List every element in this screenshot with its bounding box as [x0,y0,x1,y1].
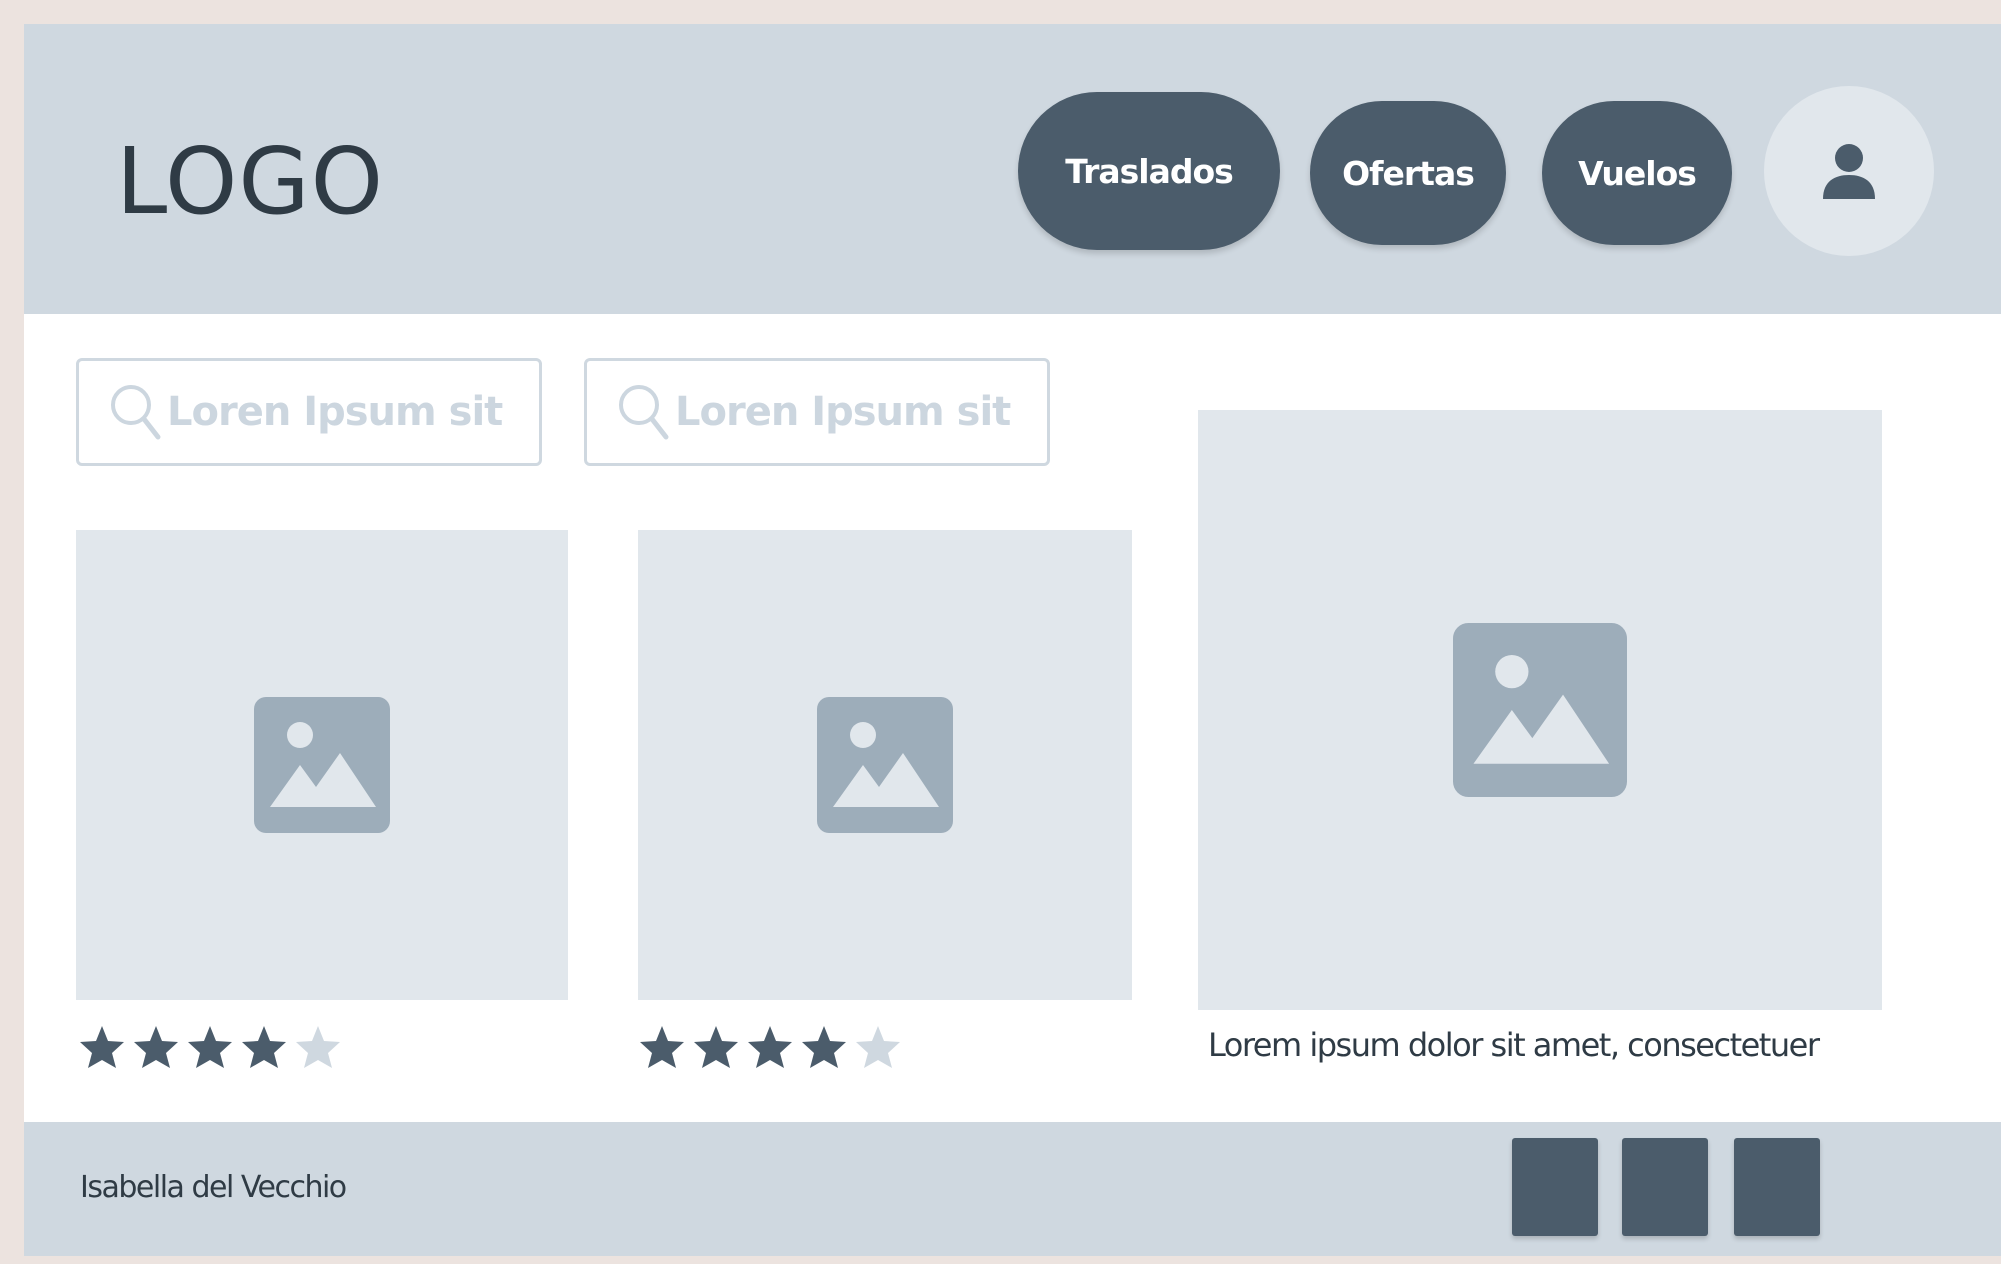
footer-square-button-2[interactable] [1622,1138,1708,1236]
header-bar: LOGO Traslados Ofertas Vuelos [24,24,2001,314]
star-filled-icon [134,1026,178,1068]
traslados-button[interactable]: Traslados [1018,92,1280,250]
star-rating-1[interactable] [78,1024,342,1070]
card-image-3[interactable] [1198,410,1882,1010]
search-icon [111,385,161,440]
star-empty-icon [296,1026,340,1068]
author-name: Isabella del Vecchio [80,1170,347,1205]
vuelos-button[interactable]: Vuelos [1542,101,1732,245]
ofertas-button[interactable]: Ofertas [1310,101,1506,245]
star-filled-icon [80,1026,124,1068]
star-filled-icon [242,1026,286,1068]
star-filled-icon [748,1026,792,1068]
image-placeholder-icon [817,697,953,833]
star-filled-icon [694,1026,738,1068]
search-field-1[interactable] [76,358,542,466]
search-field-2[interactable] [584,358,1050,466]
star-filled-icon [640,1026,684,1068]
footer-square-button-1[interactable] [1512,1138,1598,1236]
card-image-2[interactable] [638,530,1132,1000]
star-filled-icon [188,1026,232,1068]
star-empty-icon [856,1026,900,1068]
star-filled-icon [802,1026,846,1068]
page-frame: LOGO Traslados Ofertas Vuelos Loren Ipsu… [24,24,2001,1256]
footer-square-button-3[interactable] [1734,1138,1820,1236]
user-icon [1823,144,1875,199]
search-input-2[interactable] [673,388,1017,436]
card-caption: Lorem ipsum dolor sit amet, consectetuer [1208,1026,1820,1064]
search-icon [619,385,669,440]
card-image-1[interactable] [76,530,568,1000]
image-placeholder-icon [1453,623,1627,797]
footer-bar: Isabella del Vecchio [24,1122,2001,1256]
star-rating-2[interactable] [638,1024,902,1070]
image-placeholder-icon [254,697,390,833]
avatar[interactable] [1764,86,1934,256]
search-input-1[interactable] [165,388,509,436]
logo: LOGO [116,128,385,235]
